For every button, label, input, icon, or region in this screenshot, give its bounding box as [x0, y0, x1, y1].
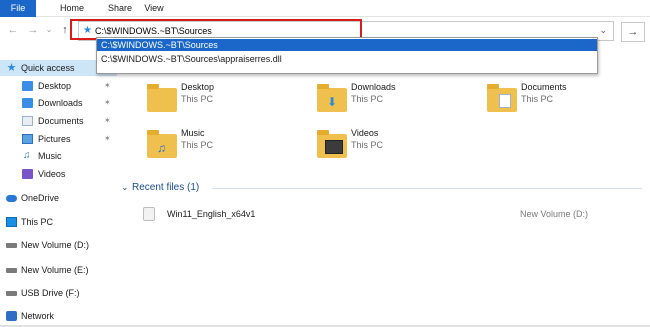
downloads-folder-icon: [22, 98, 33, 108]
computer-icon: [6, 217, 17, 227]
folder-location: This PC: [181, 94, 214, 104]
folder-location: This PC: [181, 140, 214, 150]
recent-locations-button[interactable]: ⌄: [42, 23, 56, 37]
star-icon: ★: [6, 62, 17, 74]
section-title: Recent files (1): [132, 182, 200, 193]
sidebar-item-network[interactable]: Network: [0, 308, 117, 324]
arrow-up-icon: ↑: [62, 24, 68, 36]
divider: [212, 188, 642, 189]
sidebar-item-label: This PC: [21, 217, 54, 227]
film-strip-icon: [325, 140, 343, 154]
navigation-pane: ★ Quick access Desktop ✶ Downloads ✶ Doc…: [0, 58, 117, 327]
recent-files-header[interactable]: ⌄ Recent files (1): [117, 182, 650, 196]
folder-tile-videos[interactable]: Videos This PC: [287, 122, 437, 162]
folder-location: This PC: [521, 94, 554, 104]
pin-icon[interactable]: ✶: [104, 131, 111, 147]
sidebar-item-pictures[interactable]: Pictures ✶: [0, 131, 117, 147]
sidebar-item-label: Desktop: [38, 81, 72, 91]
sidebar-item-label: Videos: [38, 169, 66, 179]
sidebar-item-desktop[interactable]: Desktop ✶: [0, 78, 117, 94]
sidebar-item-videos[interactable]: Videos: [0, 166, 117, 182]
folder-tile-music[interactable]: ♫ Music This PC: [117, 122, 267, 162]
arrow-right-icon: →: [627, 26, 639, 38]
recent-file-row[interactable]: Win11_English_x64v1 New Volume (D:): [143, 207, 623, 223]
cloud-icon: [6, 195, 17, 202]
sidebar-item-music[interactable]: ♫ Music: [0, 148, 117, 164]
back-button[interactable]: ←: [6, 23, 20, 37]
sidebar-item-label: Downloads: [38, 98, 83, 108]
arrow-left-icon: ←: [7, 24, 19, 36]
pictures-folder-icon: [22, 134, 33, 144]
sidebar-item-label: Quick access: [21, 63, 75, 73]
chevron-down-icon: ⌄: [45, 25, 53, 34]
sidebar-item-label: Pictures: [38, 134, 71, 144]
usb-drive-icon: [6, 291, 17, 296]
sidebar-item-label: USB Drive (F:): [21, 288, 80, 298]
star-icon: ★: [83, 25, 92, 36]
ribbon: File Home Share View: [0, 0, 650, 17]
file-location: New Volume (D:): [520, 209, 589, 219]
folder-tile-documents[interactable]: Documents This PC: [457, 76, 607, 116]
address-input[interactable]: [95, 24, 575, 38]
tab-home[interactable]: Home: [52, 0, 92, 17]
sidebar-item-this-pc[interactable]: This PC: [0, 214, 117, 230]
pin-icon[interactable]: ✶: [104, 113, 111, 129]
autocomplete-item[interactable]: C:\$WINDOWS.~BT\Sources\appraiserres.dll: [97, 53, 597, 65]
drive-icon: [6, 268, 17, 273]
sidebar-item-documents[interactable]: Documents ✶: [0, 113, 117, 129]
folder-name: Videos: [351, 128, 379, 138]
sidebar-item-label: New Volume (E:): [21, 265, 89, 275]
sidebar-item-label: Documents: [38, 116, 84, 126]
network-icon: [6, 311, 17, 321]
sidebar-item-onedrive[interactable]: OneDrive: [0, 190, 117, 206]
sidebar-item-usb-drive[interactable]: USB Drive (F:): [0, 285, 117, 301]
folder-name: Music: [181, 128, 205, 138]
desktop-folder-icon: [22, 81, 33, 91]
file-name: Win11_English_x64v1: [167, 209, 256, 219]
sidebar-item-label: OneDrive: [21, 193, 60, 203]
arrow-right-icon: →: [27, 24, 39, 36]
documents-folder-icon: [22, 116, 33, 126]
folder-location: This PC: [351, 140, 384, 150]
sidebar-item-label: Network: [21, 311, 55, 321]
music-icon: ♫: [23, 150, 31, 161]
pin-icon[interactable]: ✶: [104, 95, 111, 111]
music-note-icon: ♫: [157, 141, 166, 155]
folder-tile-downloads[interactable]: ⬇ Downloads This PC: [287, 76, 437, 116]
tab-view[interactable]: View: [134, 0, 174, 17]
folder-name: Desktop: [181, 82, 215, 92]
folder-tile-desktop[interactable]: Desktop This PC: [117, 76, 267, 116]
chevron-down-icon[interactable]: ⌄: [599, 25, 607, 36]
go-button[interactable]: →: [621, 22, 645, 42]
pin-icon[interactable]: ✶: [104, 78, 111, 94]
desktop-folder-icon: [147, 84, 177, 112]
drive-icon: [6, 243, 17, 248]
sidebar-item-downloads[interactable]: Downloads ✶: [0, 95, 117, 111]
sidebar-item-label: Music: [38, 151, 62, 161]
sidebar-item-volume-d[interactable]: New Volume (D:): [0, 237, 117, 253]
forward-button[interactable]: →: [26, 23, 40, 37]
autocomplete-item[interactable]: C:\$WINDOWS.~BT\Sources: [97, 39, 597, 51]
sidebar-item-label: New Volume (D:): [21, 240, 90, 250]
document-page-icon: [499, 94, 511, 108]
sidebar-item-volume-e[interactable]: New Volume (E:): [0, 262, 117, 278]
folder-name: Documents: [521, 82, 567, 92]
tab-file[interactable]: File: [0, 0, 36, 17]
up-button[interactable]: ↑: [58, 23, 72, 37]
folder-location: This PC: [351, 94, 384, 104]
address-autocomplete: C:\$WINDOWS.~BT\Sources C:\$WINDOWS.~BT\…: [96, 37, 598, 74]
videos-folder-icon: [22, 169, 33, 179]
disc-image-file-icon: [143, 207, 155, 221]
folder-name: Downloads: [351, 82, 396, 92]
content-pane: Desktop This PC ⬇ Downloads This PC Docu…: [117, 58, 650, 327]
download-arrow-icon: ⬇: [327, 95, 338, 109]
chevron-down-icon[interactable]: ⌄: [121, 182, 129, 193]
